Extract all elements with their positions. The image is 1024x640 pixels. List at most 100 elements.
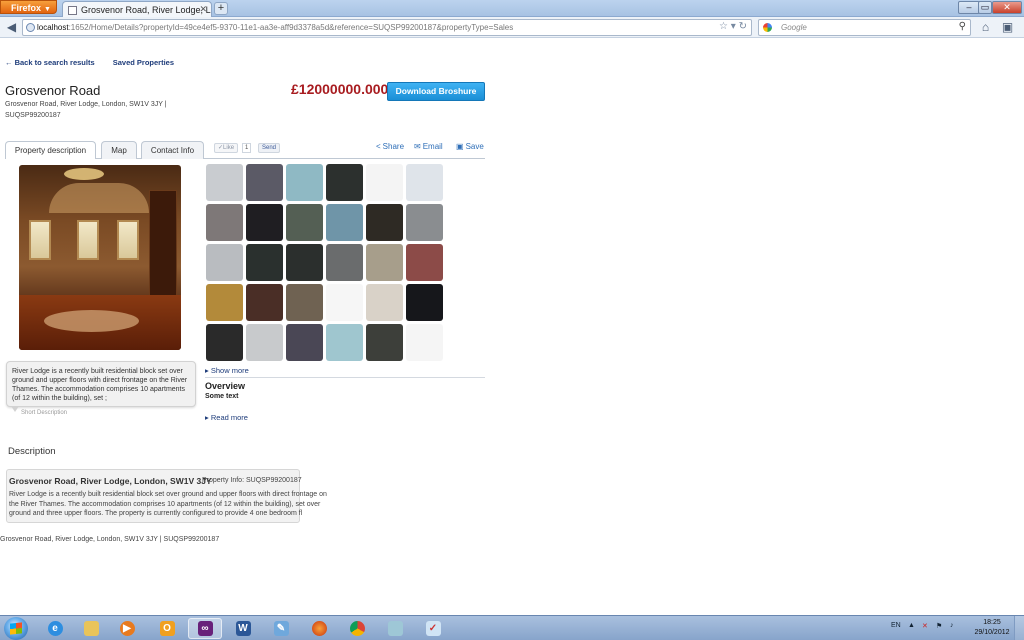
network-icon[interactable]: ✕ xyxy=(922,622,928,630)
search-bar[interactable]: Google ⚲ xyxy=(758,19,971,36)
url-path: :1652/Home/Details?propertyId=49ce4ef5-9… xyxy=(68,23,514,32)
description-title: Grosvenor Road, River Lodge, London, SW1… xyxy=(9,476,212,486)
short-description-label: Short Description xyxy=(21,410,68,416)
taskbar-visual-studio[interactable]: ∞ xyxy=(188,618,222,639)
gallery-thumbnail[interactable] xyxy=(286,324,323,361)
gallery-thumbnail[interactable] xyxy=(326,204,363,241)
dropdown-icon[interactable]: ▾ xyxy=(731,21,736,32)
url-host: localhost xyxy=(37,23,69,32)
firefox-menu-label: Firefox xyxy=(11,3,42,13)
minimize-button[interactable]: – xyxy=(958,1,980,14)
language-indicator[interactable]: EN xyxy=(891,622,901,629)
chrome-icon xyxy=(349,621,365,636)
taskbar-ie[interactable]: e xyxy=(38,618,72,639)
gallery-thumbnail[interactable] xyxy=(326,324,363,361)
share-icon: < xyxy=(376,142,381,151)
url-bar[interactable]: localhost:1652/Home/Details?propertyId=4… xyxy=(22,19,752,36)
save-link[interactable]: ▣ Save xyxy=(456,142,484,151)
gallery-thumbnail[interactable] xyxy=(326,284,363,321)
back-to-search-link[interactable]: ← Back to search results xyxy=(5,58,103,67)
gallery-thumbnail[interactable] xyxy=(206,244,243,281)
main-property-photo[interactable] xyxy=(19,165,181,350)
like-label: Like xyxy=(223,145,235,151)
gallery-thumbnail[interactable] xyxy=(366,244,403,281)
facebook-like-button[interactable]: ✓Like xyxy=(214,143,239,153)
send-label: Send xyxy=(262,145,277,151)
browser-tab[interactable]: Grosvenor Road, River Lodge, London, S..… xyxy=(62,1,212,17)
email-link[interactable]: ✉ Email xyxy=(414,142,443,151)
gallery-thumbnail[interactable] xyxy=(406,244,443,281)
taskbar-chrome[interactable] xyxy=(340,618,374,639)
show-desktop-button[interactable] xyxy=(1014,616,1024,640)
gallery-thumbnail[interactable] xyxy=(326,244,363,281)
gallery-thumbnail[interactable] xyxy=(326,164,363,201)
firefox-menu-button[interactable]: Firefox ▼ xyxy=(0,0,57,14)
facebook-send-button[interactable]: Send xyxy=(258,143,281,153)
menu-icon[interactable]: ▣ xyxy=(1000,20,1015,35)
taskbar-word[interactable]: W xyxy=(226,618,260,639)
gallery-thumbnail[interactable] xyxy=(206,324,243,361)
gallery-thumbnail[interactable] xyxy=(406,284,443,321)
taskbar-outlook[interactable]: O xyxy=(150,618,184,639)
gallery-thumbnail[interactable] xyxy=(206,204,243,241)
like-count: 1 xyxy=(242,143,252,153)
google-icon xyxy=(763,23,772,32)
download-brochure-button[interactable]: Download Broshure xyxy=(387,82,485,101)
tab-property-description[interactable]: Property description xyxy=(5,141,96,159)
read-more-link[interactable]: ▸ Read more xyxy=(205,413,248,422)
gallery-thumbnail[interactable] xyxy=(406,324,443,361)
saved-properties-link[interactable]: Saved Properties xyxy=(113,58,174,67)
bookmark-star-icon[interactable]: ☆ xyxy=(719,21,728,32)
search-icon[interactable]: ⚲ xyxy=(959,21,966,32)
gallery-thumbnail[interactable] xyxy=(286,164,323,201)
taskbar-app[interactable]: ✎ xyxy=(264,618,298,639)
play-icon: ▶ xyxy=(119,621,135,636)
reload-icon[interactable]: ↻ xyxy=(739,21,747,32)
gallery-thumbnail[interactable] xyxy=(366,164,403,201)
save-label: Save xyxy=(465,142,484,151)
gallery-thumbnail[interactable] xyxy=(286,204,323,241)
taskbar-paint[interactable]: ✓ xyxy=(416,618,450,639)
property-price: £12000000.000 xyxy=(291,81,389,97)
maximize-button[interactable]: ▭ xyxy=(978,1,992,14)
show-more-link[interactable]: ▸ Show more xyxy=(205,366,249,375)
taskbar-media-player[interactable]: ▶ xyxy=(110,618,144,639)
gallery-thumbnail[interactable] xyxy=(206,284,243,321)
share-link[interactable]: < Share xyxy=(376,142,404,151)
taskbar-notes[interactable] xyxy=(378,618,412,639)
tab-map[interactable]: Map xyxy=(101,141,137,159)
gallery-thumbnail[interactable] xyxy=(366,204,403,241)
section-divider xyxy=(205,377,485,378)
gallery-thumbnail[interactable] xyxy=(286,284,323,321)
flag-icon[interactable]: ⚑ xyxy=(936,622,942,630)
speaker-icon[interactable]: ♪ xyxy=(950,622,954,629)
photo-detail xyxy=(29,220,51,260)
close-icon[interactable]: ✕ xyxy=(199,4,207,15)
gallery-thumbnail[interactable] xyxy=(246,324,283,361)
gallery-thumbnail[interactable] xyxy=(406,204,443,241)
tab-contact-info[interactable]: Contact Info xyxy=(141,141,204,159)
overview-heading: Overview xyxy=(205,381,246,391)
taskbar-firefox[interactable] xyxy=(302,618,336,639)
gallery-thumbnail[interactable] xyxy=(286,244,323,281)
gallery-thumbnail[interactable] xyxy=(406,164,443,201)
gallery-thumbnail[interactable] xyxy=(246,164,283,201)
gallery-thumbnail[interactable] xyxy=(246,204,283,241)
gallery-thumbnail[interactable] xyxy=(366,284,403,321)
photo-detail xyxy=(117,220,139,260)
property-reference: SUQSP99200187 xyxy=(5,112,61,119)
back-arrow-icon[interactable]: ◀ xyxy=(4,20,19,35)
home-icon[interactable]: ⌂ xyxy=(978,20,993,35)
new-tab-button[interactable]: + xyxy=(214,2,228,15)
start-button[interactable] xyxy=(4,617,28,640)
taskbar-explorer[interactable] xyxy=(74,618,108,639)
window-close-button[interactable]: ✕ xyxy=(992,1,1022,14)
gallery-thumbnail[interactable] xyxy=(246,244,283,281)
gallery-thumbnail[interactable] xyxy=(206,164,243,201)
taskbar-clock[interactable]: 18:25 29/10/2012 xyxy=(974,618,1010,638)
windows-logo-icon xyxy=(10,622,22,635)
gallery-thumbnail[interactable] xyxy=(366,324,403,361)
tray-arrow-icon[interactable]: ▲ xyxy=(908,622,915,629)
gallery-thumbnail[interactable] xyxy=(246,284,283,321)
photo-detail xyxy=(49,183,149,213)
